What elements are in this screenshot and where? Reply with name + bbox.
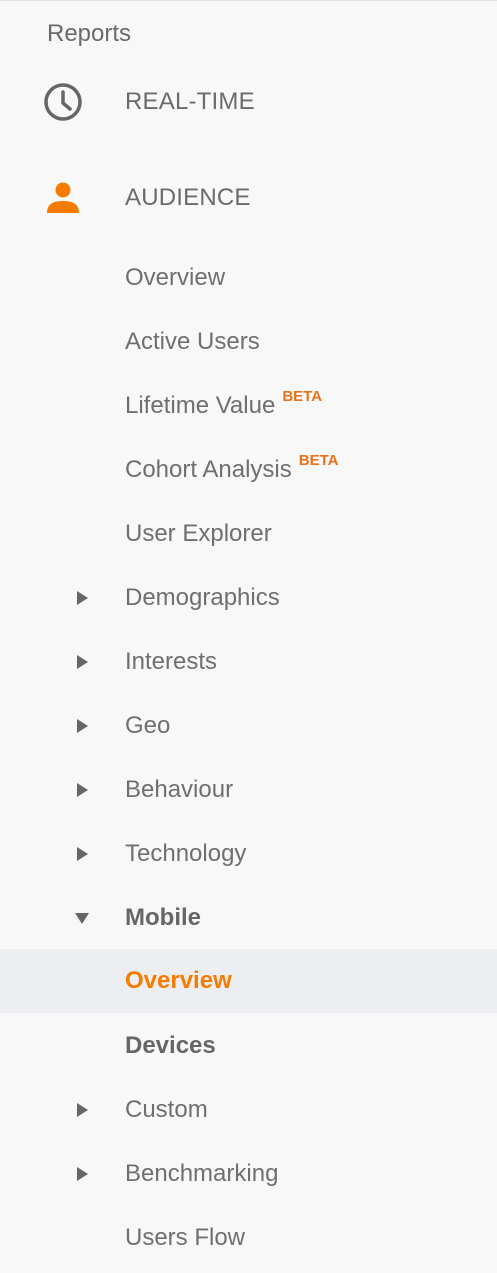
nav-item-label: Custom <box>125 1096 208 1123</box>
nav-item-cohort-analysis[interactable]: Cohort Analysis BETA <box>0 438 497 502</box>
beta-badge: BETA <box>298 452 339 469</box>
nav-item-mobile-overview[interactable]: Overview <box>0 949 497 1013</box>
expand-arrow-icon <box>74 1102 90 1118</box>
nav-item-label: Interests <box>125 648 218 675</box>
nav-item-label: Mobile <box>125 904 201 931</box>
nav-item-label: Demographics <box>125 584 280 611</box>
expand-arrow-icon <box>74 654 90 670</box>
nav-item-demographics[interactable]: Demographics <box>0 566 497 630</box>
nav-section-label: AUDIENCE <box>125 184 251 211</box>
clock-icon <box>42 81 84 123</box>
nav-item-overview[interactable]: Overview <box>0 246 497 310</box>
nav-item-behaviour[interactable]: Behaviour <box>0 758 497 822</box>
nav-item-label: Devices <box>125 1032 216 1059</box>
nav-item-benchmarking[interactable]: Benchmarking <box>0 1142 497 1206</box>
nav-section-real-time[interactable]: REAL-TIME <box>0 70 497 134</box>
nav-item-label-wrap: Cohort Analysis BETA <box>125 452 338 484</box>
expand-arrow-icon <box>74 782 90 798</box>
nav-item-mobile-devices[interactable]: Devices <box>0 1014 497 1078</box>
nav-item-lifetime-value[interactable]: Lifetime Value BETA <box>0 374 497 438</box>
nav-item-interests[interactable]: Interests <box>0 630 497 694</box>
expand-arrow-icon <box>74 1166 90 1182</box>
nav-item-label: Lifetime Value <box>125 392 276 419</box>
reports-heading: Reports <box>47 20 132 47</box>
nav-item-label: Cohort Analysis <box>125 456 292 483</box>
nav-item-active-users[interactable]: Active Users <box>0 310 497 374</box>
expand-arrow-icon <box>74 590 90 606</box>
nav-item-user-explorer[interactable]: User Explorer <box>0 502 497 566</box>
nav-item-label: Technology <box>125 840 247 867</box>
nav-item-label: User Explorer <box>125 520 272 547</box>
nav-section-audience[interactable]: AUDIENCE <box>0 166 497 230</box>
nav-item-geo[interactable]: Geo <box>0 694 497 758</box>
nav-item-users-flow[interactable]: Users Flow <box>0 1206 497 1270</box>
nav-item-label: Geo <box>125 712 171 739</box>
nav-item-technology[interactable]: Technology <box>0 822 497 886</box>
nav-item-label: Overview <box>125 264 226 291</box>
expand-arrow-icon <box>74 846 90 862</box>
collapse-arrow-icon <box>74 910 90 926</box>
nav-item-label: Benchmarking <box>125 1160 279 1187</box>
nav-item-label: Users Flow <box>125 1224 246 1251</box>
nav-item-mobile[interactable]: Mobile <box>0 886 497 950</box>
reports-sidebar: Reports REAL-TIME AUDIENCE Overview Acti… <box>0 0 497 1273</box>
nav-item-label: Overview <box>125 967 232 994</box>
nav-item-custom[interactable]: Custom <box>0 1078 497 1142</box>
beta-badge: BETA <box>282 388 323 405</box>
nav-item-label-wrap: Lifetime Value BETA <box>125 388 322 420</box>
nav-item-label: Behaviour <box>125 776 234 803</box>
nav-section-label: REAL-TIME <box>125 88 255 115</box>
nav-item-label: Active Users <box>125 328 260 355</box>
expand-arrow-icon <box>74 718 90 734</box>
person-icon <box>42 177 84 219</box>
